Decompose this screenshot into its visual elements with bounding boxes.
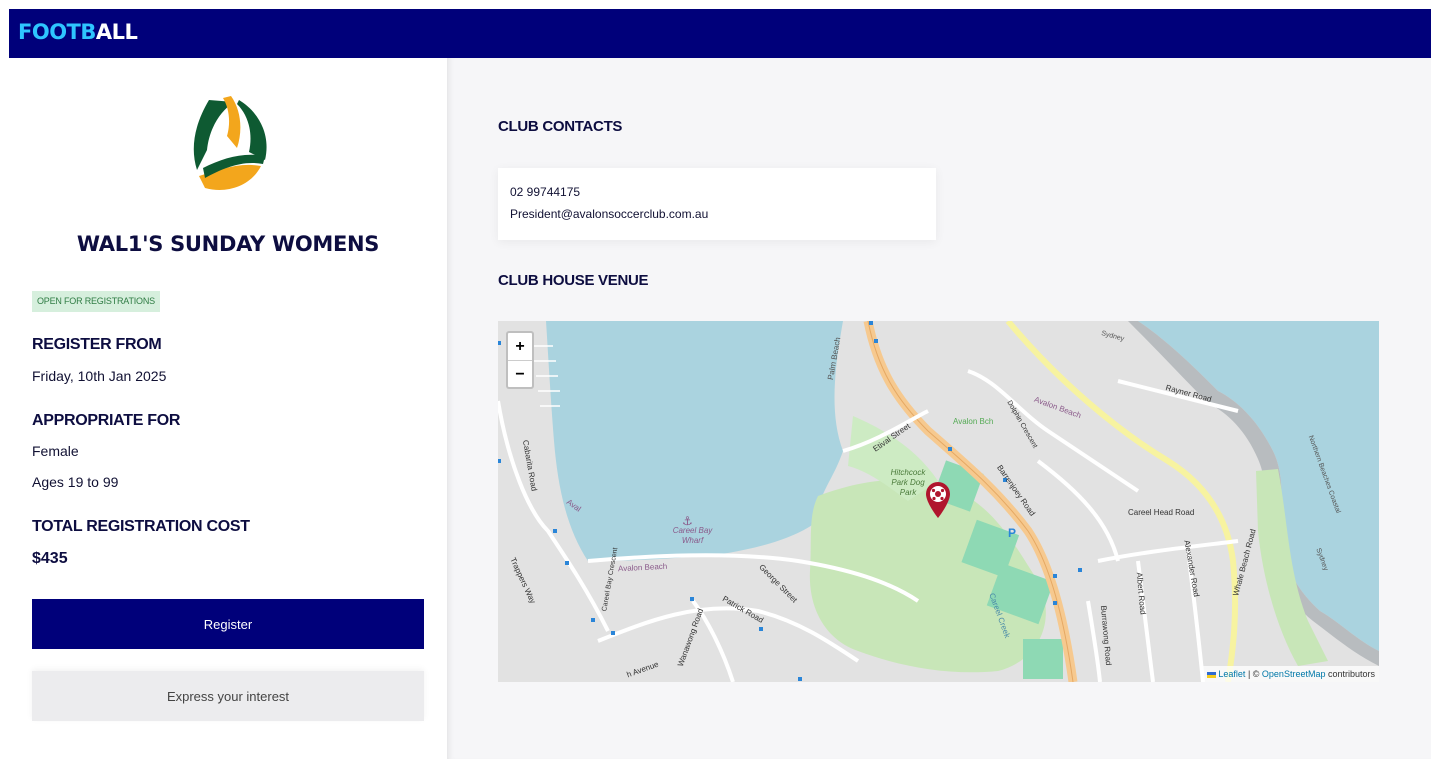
attrib-tail: contributors	[1325, 669, 1375, 679]
ages-value: Ages 19 to 99	[32, 474, 119, 490]
ukraine-flag-icon	[1206, 671, 1216, 678]
osm-link[interactable]: OpenStreetMap	[1262, 669, 1326, 679]
brand-part2: ALL	[95, 20, 138, 44]
top-navbar: FOOTBALL	[9, 9, 1431, 58]
zoom-out-button[interactable]: −	[508, 361, 532, 388]
label-careel-head-road: Careel Head Road	[1128, 508, 1195, 517]
contact-email[interactable]: President@avalonsoccerclub.com.au	[510, 207, 708, 221]
register-from-label: REGISTER FROM	[32, 336, 162, 353]
cost-value: $435	[32, 550, 68, 567]
attrib-sep: | ©	[1245, 669, 1262, 679]
team-panel: WAL1'S SUNDAY WOMENS OPEN FOR REGISTRATI…	[9, 58, 447, 759]
status-badge: OPEN FOR REGISTRATIONS	[32, 291, 160, 312]
sports-field-4	[1023, 639, 1063, 679]
register-button[interactable]: Register	[32, 599, 424, 649]
appropriate-label: APPROPRIATE FOR	[32, 412, 181, 429]
map-zoom-control: + −	[506, 331, 534, 389]
brand-logo[interactable]: FOOTBALL	[18, 20, 138, 44]
club-contacts-heading: CLUB CONTACTS	[498, 118, 623, 135]
club-logo	[183, 96, 271, 190]
contacts-card: 02 99744175 President@avalonsoccerclub.c…	[498, 168, 936, 240]
cost-label: TOTAL REGISTRATION COST	[32, 518, 250, 535]
register-from-value: Friday, 10th Jan 2025	[32, 368, 167, 384]
leaflet-link[interactable]: Leaflet	[1218, 669, 1245, 679]
label-avalon-bch: Avalon Bch	[953, 417, 994, 426]
venue-location-pin-icon[interactable]	[925, 481, 951, 519]
club-house-venue-heading: CLUB HOUSE VENUE	[498, 272, 649, 289]
label-careel-bay-wharf: Careel Bay Wharf	[672, 526, 713, 545]
venue-map[interactable]: Palm Beach Etival Street Avalon Bch Aval…	[498, 321, 1379, 682]
express-interest-button[interactable]: Express your interest	[32, 671, 424, 721]
anchor-icon: ⚓	[682, 514, 693, 528]
brand-part1: FOOTB	[18, 20, 96, 44]
team-title: WAL1'S SUNDAY WOMENS	[76, 232, 380, 256]
parking-icon: P	[1008, 526, 1017, 540]
map-attribution: Leaflet | © OpenStreetMap contributors	[1202, 666, 1379, 682]
gender-value: Female	[32, 443, 79, 459]
zoom-in-button[interactable]: +	[508, 333, 532, 361]
contact-phone[interactable]: 02 99744175	[510, 185, 580, 199]
bay-water	[546, 321, 843, 561]
